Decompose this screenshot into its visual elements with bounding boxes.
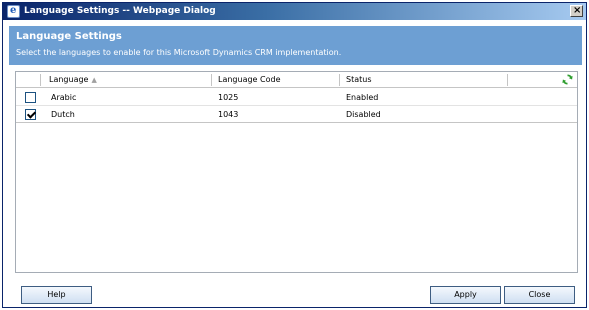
status-cell: Enabled bbox=[346, 93, 379, 102]
window-title: Language Settings -- Webpage Dialog bbox=[24, 6, 216, 16]
sort-ascending-icon: ▲ bbox=[91, 76, 97, 84]
column-separator bbox=[40, 74, 41, 86]
column-header-language-code[interactable]: Language Code bbox=[218, 75, 281, 84]
help-button[interactable]: Help bbox=[21, 286, 92, 304]
header-panel: Language Settings Select the languages t… bbox=[9, 26, 582, 65]
language-code-cell: 1025 bbox=[218, 93, 239, 102]
column-separator bbox=[339, 74, 340, 86]
column-header-language-label: Language bbox=[49, 75, 89, 84]
row-checkbox[interactable] bbox=[25, 92, 36, 103]
table-row[interactable]: Arabic 1025 Enabled bbox=[16, 89, 577, 106]
language-code-cell: 1043 bbox=[218, 110, 239, 119]
language-cell: Dutch bbox=[51, 110, 75, 119]
ie-icon: e bbox=[7, 5, 20, 18]
status-cell: Disabled bbox=[346, 110, 381, 119]
grid-header: Language ▲ Language Code Status bbox=[16, 72, 577, 88]
dialog-footer: Help Apply Close bbox=[2, 276, 587, 308]
table-row[interactable]: Dutch 1043 Disabled bbox=[16, 106, 577, 123]
column-header-status[interactable]: Status bbox=[346, 75, 372, 84]
column-header-language[interactable]: Language ▲ bbox=[49, 75, 97, 84]
language-cell: Arabic bbox=[51, 93, 77, 102]
apply-button[interactable]: Apply bbox=[430, 286, 501, 304]
refresh-icon[interactable] bbox=[562, 74, 573, 85]
page-title: Language Settings bbox=[16, 31, 122, 42]
close-icon: × bbox=[573, 5, 582, 16]
title-bar[interactable]: e Language Settings -- Webpage Dialog × bbox=[3, 3, 586, 20]
column-separator bbox=[507, 74, 508, 86]
page-subtitle: Select the languages to enable for this … bbox=[16, 48, 342, 57]
language-grid: Language ▲ Language Code Status Arabic 10… bbox=[15, 71, 578, 273]
row-checkbox[interactable] bbox=[25, 109, 36, 120]
window-close-button[interactable]: × bbox=[570, 5, 583, 17]
column-separator bbox=[211, 74, 212, 86]
close-button[interactable]: Close bbox=[504, 286, 575, 304]
